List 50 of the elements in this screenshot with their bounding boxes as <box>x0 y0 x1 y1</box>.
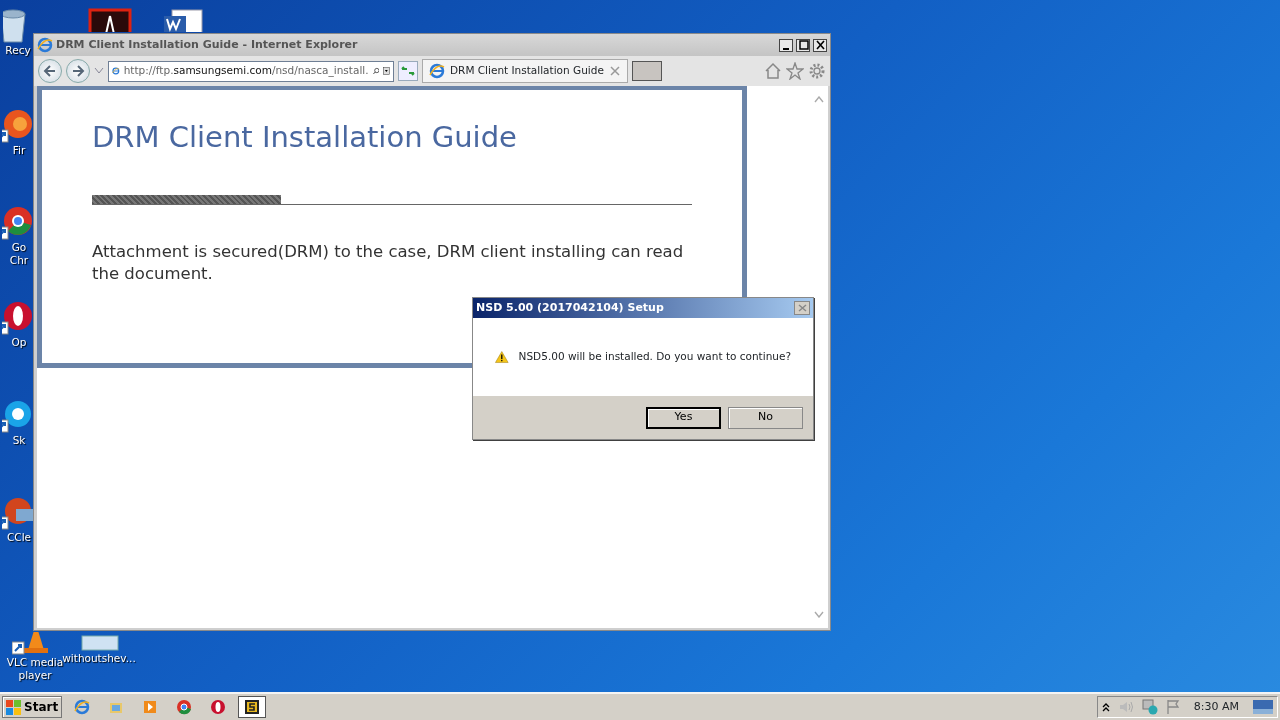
tab-title: DRM Client Installation Guide <box>450 63 604 79</box>
icon-label: Go <box>11 241 27 254</box>
close-icon[interactable] <box>608 65 621 77</box>
minimize-icon <box>783 47 789 50</box>
settings-icon[interactable] <box>808 62 826 80</box>
address-bar[interactable]: http://ftp.samsungsemi.com/nsd/nasca_install. <box>108 60 394 82</box>
maximize-button[interactable] <box>796 38 810 52</box>
taskbar-button[interactable] <box>238 696 267 718</box>
windows-logo-icon <box>6 699 22 715</box>
icon-label: player <box>18 669 52 682</box>
icon-label: CCle <box>6 531 31 544</box>
icon-label: Fir <box>12 144 26 157</box>
maximize-icon <box>797 40 809 50</box>
close-button[interactable] <box>813 38 827 52</box>
browser-logo-icon <box>37 37 53 53</box>
icon-label: Recy <box>5 44 31 57</box>
start-button[interactable]: Start <box>2 696 63 718</box>
browser-icon <box>176 699 193 715</box>
browser-logo-icon <box>429 63 445 79</box>
chevron-icon[interactable] <box>1101 702 1110 712</box>
left-arrow-icon <box>43 65 57 77</box>
icon-label: Chr <box>9 254 29 267</box>
dialog-message: NSD5.00 will be installed. Do you want to continue? <box>518 349 791 365</box>
right-arrow-icon <box>71 65 85 77</box>
app-icon <box>244 699 261 715</box>
close-icon <box>814 40 826 50</box>
icon-label: Sk <box>12 434 26 447</box>
clock: 8:30 AM <box>1193 698 1239 715</box>
forward-button[interactable] <box>66 59 90 83</box>
browser-icon <box>74 699 91 715</box>
icon-label: withoutshev... <box>62 652 136 664</box>
window-title: DRM Client Installation Guide - Internet Explorer <box>56 36 359 53</box>
icon-label: Op <box>11 336 27 349</box>
play-icon <box>142 699 159 715</box>
back-button[interactable] <box>38 59 62 83</box>
browser-icon <box>210 699 227 715</box>
dialog-title: NSD 5.00 (2017042104) Setup <box>476 299 665 316</box>
star-icon[interactable] <box>786 62 804 80</box>
home-icon[interactable] <box>764 62 782 80</box>
refresh-icon[interactable] <box>398 61 418 81</box>
new-tab-button[interactable] <box>631 61 662 81</box>
document-icon[interactable] <box>88 8 134 32</box>
dialog-button[interactable]: Yes <box>646 406 721 429</box>
browser-tab[interactable]: DRM Client Installation Guide <box>422 59 628 83</box>
url-text: http://ftp.samsungsemi.com/nsd/nasca_install. <box>123 63 369 79</box>
page-heading: DRM Client Installation Guide <box>92 120 518 155</box>
dialog-button[interactable]: No <box>728 406 803 429</box>
body-text: Attachment is secured(DRM) to the case, DRM client installing can read the document. <box>92 240 685 285</box>
minimize-button[interactable] <box>779 38 793 52</box>
close-icon <box>797 304 807 312</box>
